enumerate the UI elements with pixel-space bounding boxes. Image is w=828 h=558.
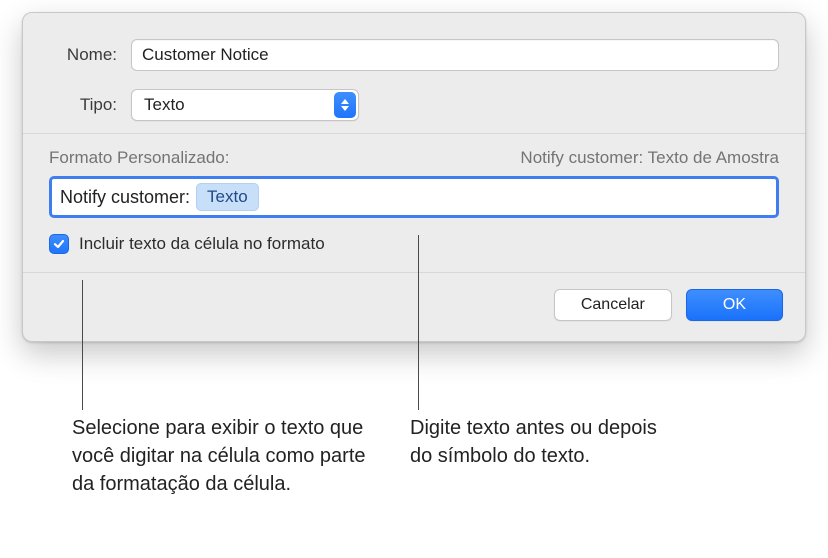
format-label: Formato Personalizado: — [49, 148, 229, 168]
type-row: Tipo: Texto — [49, 89, 779, 121]
button-bar: Cancelar OK — [23, 273, 805, 341]
format-prefix-text: Notify customer: — [58, 187, 190, 208]
format-header: Formato Personalizado: Notify customer: … — [49, 148, 779, 168]
format-token-field[interactable]: Notify customer: Texto — [49, 176, 779, 218]
cancel-button[interactable]: Cancelar — [554, 289, 672, 321]
callout-line — [82, 280, 83, 410]
callout-line — [418, 235, 419, 410]
include-cell-text-checkbox[interactable] — [49, 234, 69, 254]
name-input[interactable] — [131, 39, 779, 71]
check-icon — [52, 237, 66, 251]
name-label: Nome: — [49, 45, 117, 65]
updown-icon — [334, 92, 356, 118]
include-cell-text-row: Incluir texto da célula no formato — [49, 234, 779, 272]
text-token-pill[interactable]: Texto — [196, 183, 259, 211]
chevron-down-icon — [341, 106, 349, 111]
format-preview: Notify customer: Texto de Amostra — [520, 148, 779, 168]
chevron-up-icon — [341, 99, 349, 104]
custom-format-dialog: Nome: Tipo: Texto Formato Personalizado:… — [22, 12, 806, 342]
type-select[interactable]: Texto — [131, 89, 359, 121]
type-select-value: Texto — [131, 89, 359, 121]
type-label: Tipo: — [49, 95, 117, 115]
dialog-mid-section: Formato Personalizado: Notify customer: … — [23, 134, 805, 272]
callout-text-right: Digite texto antes ou depois do símbolo … — [410, 414, 660, 470]
name-row: Nome: — [49, 39, 779, 71]
callout-text-left: Selecione para exibir o texto que você d… — [72, 414, 382, 498]
ok-button[interactable]: OK — [686, 289, 783, 321]
dialog-top-section: Nome: Tipo: Texto — [23, 13, 805, 133]
include-cell-text-label: Incluir texto da célula no formato — [79, 234, 325, 254]
